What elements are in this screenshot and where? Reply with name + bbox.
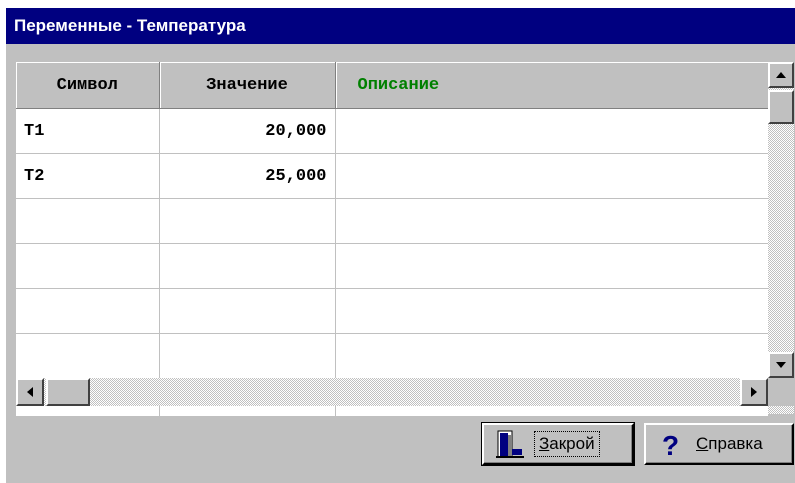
scrollbar-corner xyxy=(768,378,795,406)
cell-description[interactable] xyxy=(335,243,768,289)
cell-value[interactable] xyxy=(159,288,336,334)
door-exit-icon xyxy=(494,429,526,459)
cell-symbol[interactable] xyxy=(16,288,160,334)
table-row[interactable] xyxy=(16,333,768,379)
cell-value[interactable] xyxy=(159,243,336,289)
arrow-right-icon xyxy=(751,387,757,397)
cell-description[interactable] xyxy=(335,153,768,199)
cell-symbol[interactable] xyxy=(16,198,160,244)
vertical-scroll-thumb[interactable] xyxy=(768,90,794,124)
vertical-scrollbar[interactable] xyxy=(768,62,794,414)
cell-value[interactable] xyxy=(159,198,336,244)
svg-text:?: ? xyxy=(662,430,679,459)
variables-table: Символ Значение Описание T1 20,000 T2 25… xyxy=(16,62,768,416)
close-button[interactable]: Закрой xyxy=(481,422,635,466)
table-row[interactable]: T1 20,000 xyxy=(16,108,768,154)
cell-description[interactable] xyxy=(335,198,768,244)
cell-value[interactable]: 25,000 xyxy=(159,153,336,199)
cell-description[interactable] xyxy=(335,333,768,379)
scroll-left-button[interactable] xyxy=(16,378,44,406)
scroll-down-button[interactable] xyxy=(768,352,794,378)
cell-description[interactable] xyxy=(335,108,768,154)
arrow-down-icon xyxy=(776,362,786,368)
horizontal-scrollbar[interactable] xyxy=(16,378,768,406)
arrow-up-icon xyxy=(776,72,786,78)
cell-description[interactable] xyxy=(335,288,768,334)
help-button-label: Справка xyxy=(696,434,763,453)
table-row[interactable] xyxy=(16,243,768,289)
table-row[interactable] xyxy=(16,198,768,244)
column-header-description[interactable]: Описание xyxy=(335,62,768,109)
table-row[interactable]: T2 25,000 xyxy=(16,153,768,199)
cell-symbol[interactable]: T2 xyxy=(16,153,160,199)
horizontal-scroll-thumb[interactable] xyxy=(46,378,90,406)
table-row[interactable] xyxy=(16,288,768,334)
close-button-label: Закрой xyxy=(534,431,600,457)
cell-symbol[interactable] xyxy=(16,243,160,289)
column-header-value[interactable]: Значение xyxy=(159,62,336,109)
arrow-left-icon xyxy=(27,387,33,397)
scroll-up-button[interactable] xyxy=(768,62,794,88)
cell-value[interactable]: 20,000 xyxy=(159,108,336,154)
question-mark-icon: ? xyxy=(656,429,688,461)
cell-symbol[interactable] xyxy=(16,333,160,379)
cell-value[interactable] xyxy=(159,333,336,379)
variables-window: Переменные - Температура Символ Значение… xyxy=(6,8,795,483)
variables-grid[interactable]: Символ Значение Описание T1 20,000 T2 25… xyxy=(16,62,768,416)
header-row: Символ Значение Описание xyxy=(16,62,768,109)
help-button[interactable]: ? Справка xyxy=(644,423,794,465)
scroll-right-button[interactable] xyxy=(740,378,768,406)
window-title: Переменные - Температура xyxy=(6,8,795,44)
cell-symbol[interactable]: T1 xyxy=(16,108,160,154)
column-header-symbol[interactable]: Символ xyxy=(16,62,160,109)
